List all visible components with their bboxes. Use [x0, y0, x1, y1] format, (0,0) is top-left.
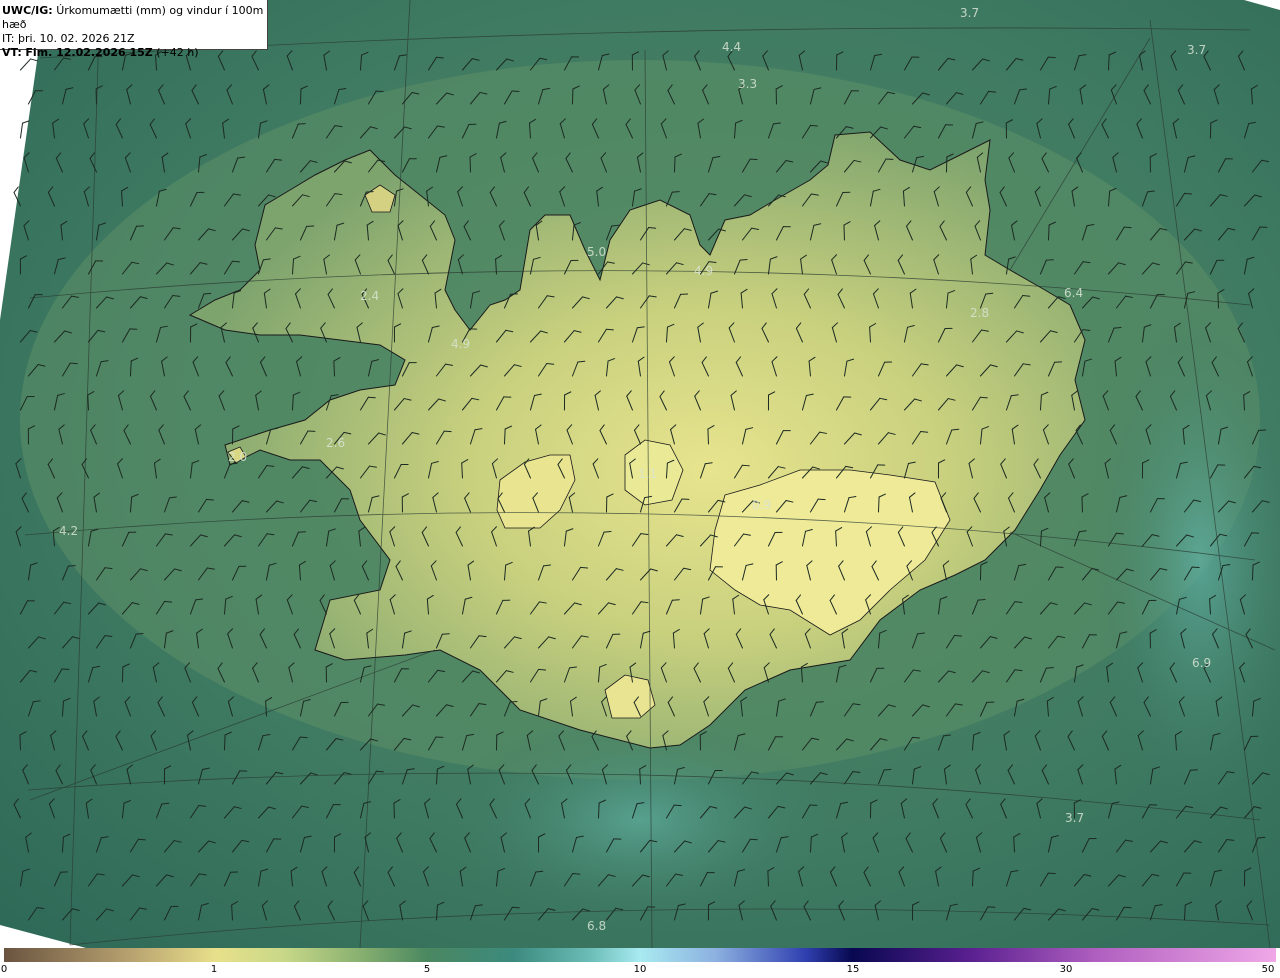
value-label: 6.9	[1192, 656, 1211, 670]
colorbar-legend: 0 1 5 10 15 30 50	[0, 948, 1280, 978]
colorbar-tick: 30	[1059, 964, 1073, 975]
valid-prefix: VT:	[2, 46, 22, 59]
value-label: 4.9	[694, 264, 713, 278]
title-line-init: IT: þri. 10. 02. 2026 21Z	[2, 32, 265, 46]
colorbar-tick: 5	[423, 964, 431, 975]
init-time: þri. 10. 02. 2026 21Z	[17, 32, 135, 45]
colorbar-tick: 1	[210, 964, 218, 975]
value-label: 1.1	[638, 467, 657, 481]
lead-time: (+42 h)	[156, 46, 199, 59]
colorbar-tick: 10	[633, 964, 647, 975]
value-label: 6.4	[1064, 286, 1083, 300]
value-label: 3.7	[1065, 811, 1084, 825]
value-label: 3.7	[1187, 43, 1206, 57]
colorbar-tick: 15	[846, 964, 860, 975]
map-title-box: UWC/IG: Úrkomumætti (mm) og vindur í 100…	[0, 0, 268, 59]
value-label: 4.2	[59, 524, 78, 538]
value-label: 6.8	[587, 919, 606, 933]
init-prefix: IT:	[2, 32, 15, 45]
value-label: 3.3	[738, 77, 757, 91]
value-label: 2.8	[970, 306, 989, 320]
forecast-map: 3.7 4.4 3.3 3.7 5.0 4.9 6.4 2.8 2.4 4.9 …	[0, 0, 1280, 948]
value-label: 4.9	[451, 337, 470, 351]
value-label: 2.6	[326, 436, 345, 450]
model-name: UWC/IG:	[2, 4, 53, 17]
valid-time: Fim. 12.02.2026 15Z	[25, 46, 153, 59]
colorbar-tick: 0	[0, 964, 8, 975]
title-line-valid: VT: Fim. 12.02.2026 15Z (+42 h)	[2, 46, 265, 60]
value-label: 4.4	[722, 40, 741, 54]
title-line-product: UWC/IG: Úrkomumætti (mm) og vindur í 100…	[2, 4, 265, 32]
value-label: 0.9	[752, 498, 771, 512]
colorbar-gradient	[4, 948, 1276, 962]
value-label: 5.0	[587, 245, 606, 259]
value-label: 2.4	[360, 289, 379, 303]
value-label: 3.7	[960, 6, 979, 20]
value-label: 2.0	[228, 450, 247, 464]
colorbar-tick: 50	[1261, 964, 1275, 975]
